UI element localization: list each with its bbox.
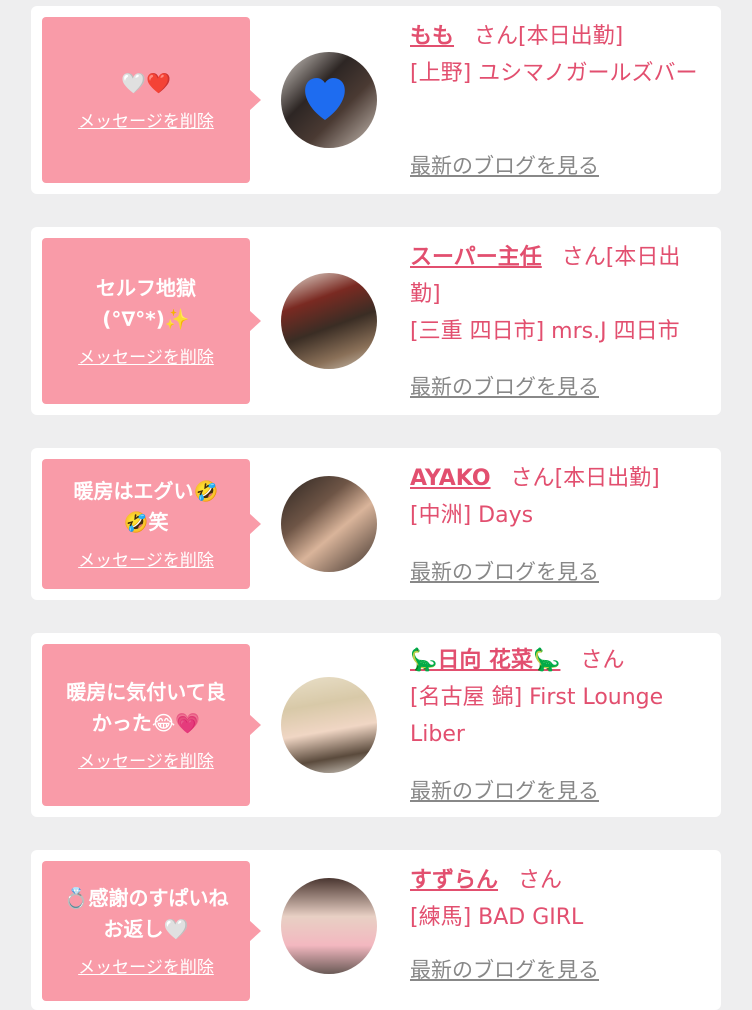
avatar[interactable] bbox=[281, 677, 377, 773]
shop-name: [名古屋 錦] First Lounge Liber bbox=[410, 685, 664, 747]
message-text: 💍感謝のすぱいね お返し🤍 bbox=[63, 886, 229, 941]
delete-message-link[interactable]: メッセージを削除 bbox=[78, 347, 214, 369]
honorific: さん bbox=[474, 24, 519, 49]
message-card: セルフ地獄 (°∇°*)✨ メッセージを削除 スーパー主任 さん[本日出勤] [三… bbox=[31, 227, 721, 415]
girl-name-link[interactable]: AYAKO bbox=[410, 466, 491, 491]
message-bubble: 💍感謝のすぱいね お返し🤍 メッセージを削除 bbox=[42, 861, 261, 1001]
blue-heart-icon bbox=[305, 78, 345, 120]
girl-name-link[interactable]: すずらん bbox=[410, 868, 498, 893]
latest-blog-link[interactable]: 最新のブログを見る bbox=[410, 775, 599, 805]
message-text: セルフ地獄 (°∇°*)✨ bbox=[96, 276, 196, 331]
work-status: [本日出勤] bbox=[518, 24, 624, 49]
work-status: [本日出勤] bbox=[554, 466, 660, 491]
honorific: さん bbox=[580, 648, 625, 673]
shop-name: [練馬] BAD GIRL bbox=[410, 905, 584, 930]
message-bubble: セルフ地獄 (°∇°*)✨ メッセージを削除 bbox=[42, 238, 261, 404]
message-text: 暖房に気付いて良 かった😂💗 bbox=[66, 680, 226, 735]
avatar[interactable] bbox=[281, 273, 377, 369]
delete-message-link[interactable]: メッセージを削除 bbox=[78, 111, 214, 133]
message-card: 🤍❤️ メッセージを削除 もも さん[本日出勤] [上野] ユシマノガールズバー … bbox=[31, 6, 721, 194]
girl-name-link[interactable]: もも bbox=[410, 24, 454, 49]
message-bubble: 暖房はエグい🤣 🤣笑 メッセージを削除 bbox=[42, 459, 261, 589]
honorific: さん bbox=[518, 868, 563, 893]
message-card: 暖房に気付いて良 かった😂💗 メッセージを削除 🦕日向 花菜🦕 さん [名古屋 錦… bbox=[31, 633, 721, 817]
message-text: 暖房はエグい🤣 🤣笑 bbox=[73, 479, 219, 534]
latest-blog-link[interactable]: 最新のブログを見る bbox=[410, 954, 599, 984]
latest-blog-link[interactable]: 最新のブログを見る bbox=[410, 150, 599, 180]
message-text: 🤍❤️ bbox=[121, 70, 171, 95]
avatar[interactable] bbox=[281, 476, 377, 572]
girl-name-link[interactable]: スーパー主任 bbox=[410, 245, 542, 270]
delete-message-link[interactable]: メッセージを削除 bbox=[78, 751, 214, 773]
honorific: さん bbox=[510, 466, 555, 491]
latest-blog-link[interactable]: 最新のブログを見る bbox=[410, 371, 599, 401]
girl-info: 🦕日向 花菜🦕 さん [名古屋 錦] First Lounge Liber bbox=[410, 642, 709, 753]
girl-info: スーパー主任 さん[本日出勤] [三重 四日市] mrs.J 四日市 bbox=[410, 239, 709, 350]
avatar[interactable] bbox=[281, 878, 377, 974]
girl-name-link[interactable]: 🦕日向 花菜🦕 bbox=[410, 648, 560, 673]
girl-info: もも さん[本日出勤] [上野] ユシマノガールズバー bbox=[410, 18, 709, 92]
delete-message-link[interactable]: メッセージを削除 bbox=[78, 957, 214, 979]
message-bubble: 🤍❤️ メッセージを削除 bbox=[42, 17, 261, 183]
girl-info: すずらん さん [練馬] BAD GIRL bbox=[410, 862, 709, 936]
shop-name: [三重 四日市] mrs.J 四日市 bbox=[410, 319, 680, 344]
message-card: 暖房はエグい🤣 🤣笑 メッセージを削除 AYAKO さん[本日出勤] [中洲] D… bbox=[31, 448, 721, 600]
delete-message-link[interactable]: メッセージを削除 bbox=[78, 550, 214, 572]
girl-info: AYAKO さん[本日出勤] [中洲] Days bbox=[410, 460, 709, 534]
shop-name: [上野] ユシマノガールズバー bbox=[410, 61, 698, 86]
honorific: さん bbox=[561, 245, 606, 270]
latest-blog-link[interactable]: 最新のブログを見る bbox=[410, 556, 599, 586]
shop-name: [中洲] Days bbox=[410, 503, 534, 528]
message-card: 💍感謝のすぱいね お返し🤍 メッセージを削除 すずらん さん [練馬] BAD G… bbox=[31, 850, 721, 1010]
avatar[interactable] bbox=[281, 52, 377, 148]
message-bubble: 暖房に気付いて良 かった😂💗 メッセージを削除 bbox=[42, 644, 261, 806]
